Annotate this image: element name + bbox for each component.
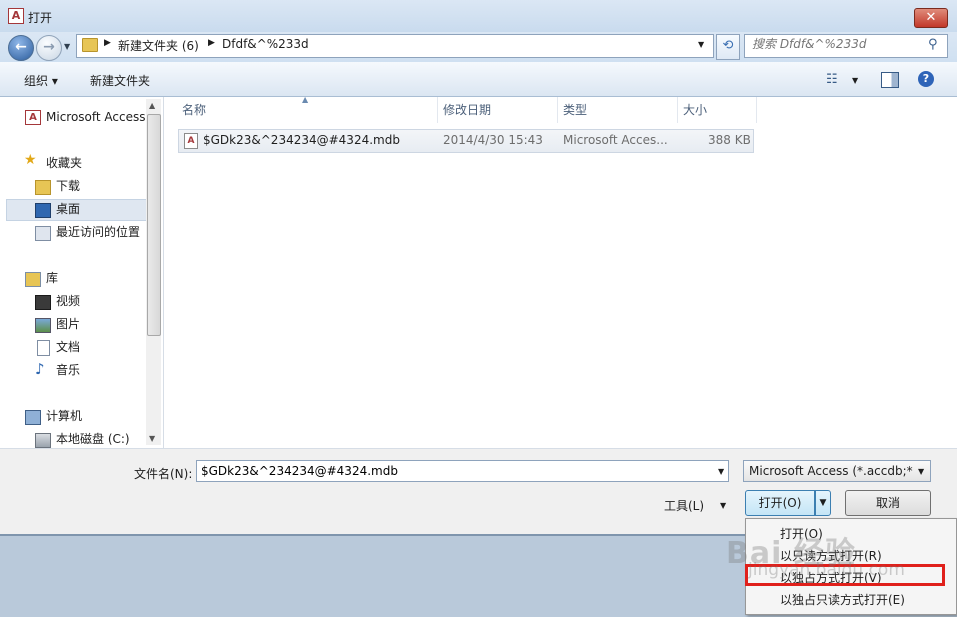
folder-icon [82, 38, 98, 52]
open-button[interactable]: 打开(O) [745, 490, 815, 516]
library-icon [25, 272, 41, 287]
sidebar-item-pictures[interactable]: 图片 [56, 314, 80, 334]
column-header-date[interactable]: 修改日期 [443, 100, 491, 122]
sidebar-item-music[interactable]: 音乐 [56, 360, 80, 380]
sidebar-item-libraries[interactable]: 库 [46, 268, 58, 288]
file-date: 2014/4/30 15:43 [443, 133, 543, 147]
drive-icon [35, 433, 51, 448]
filename-dropdown-icon[interactable]: ▼ [718, 467, 724, 476]
mdb-file-icon: A [184, 133, 198, 149]
column-separator[interactable] [756, 97, 757, 123]
breadcrumb-folder-1[interactable]: 新建文件夹 (6) [118, 37, 199, 54]
breadcrumb-arrow-icon[interactable]: ▶ [208, 38, 215, 48]
sidebar-item-local-disk-c[interactable]: 本地磁盘 (C:) [56, 429, 130, 449]
video-icon [35, 295, 51, 310]
filter-dropdown-icon[interactable]: ▼ [918, 467, 924, 476]
help-icon[interactable]: ? [918, 71, 934, 87]
sidebar-item-favorites[interactable]: 收藏夹 [46, 153, 82, 173]
sidebar-item-microsoft-access[interactable]: Microsoft Access [46, 107, 146, 127]
preview-pane-icon[interactable] [881, 72, 899, 88]
file-type: Microsoft Acces... [563, 133, 668, 147]
access-icon: A [25, 110, 41, 125]
sidebar-item-computer[interactable]: 计算机 [46, 406, 82, 426]
window-title: 打开 [28, 11, 53, 25]
cancel-button[interactable]: 取消 [845, 490, 931, 516]
open-options-dropdown-button[interactable]: ▼ [815, 490, 831, 516]
refresh-button[interactable]: ⟲ [716, 34, 740, 60]
computer-icon [25, 410, 41, 425]
scroll-down-icon[interactable]: ▼ [149, 434, 155, 443]
music-icon: ♪ [35, 360, 45, 378]
new-folder-button[interactable]: 新建文件夹 [90, 72, 150, 89]
column-header-name[interactable]: 名称 [182, 100, 206, 122]
scroll-up-icon[interactable]: ▲ [149, 101, 155, 110]
sidebar-item-desktop[interactable]: 桌面 [56, 199, 80, 219]
filename-input[interactable] [196, 460, 729, 482]
sidebar-item-downloads[interactable]: 下载 [56, 176, 80, 196]
nav-scrollbar-thumb[interactable] [147, 114, 161, 336]
document-icon [37, 340, 50, 356]
organize-button[interactable]: 组织 ▾ [24, 72, 58, 89]
sort-ascending-icon: ▲ [302, 95, 309, 104]
breadcrumb-folder-2[interactable]: Dfdf&^%233d [222, 37, 309, 51]
desktop-icon [35, 203, 51, 218]
view-dropdown-icon[interactable]: ▼ [852, 76, 858, 85]
view-options-icon[interactable]: ☷ [826, 72, 838, 87]
watermark-url: jingyan.baidu.com [748, 560, 905, 580]
recent-places-icon [35, 226, 51, 241]
tools-dropdown-icon[interactable]: ▼ [720, 501, 726, 510]
filename-label: 文件名(N): [134, 467, 193, 481]
recent-pages-dropdown-icon[interactable]: ▼ [64, 42, 70, 51]
search-input[interactable] [752, 37, 922, 51]
star-icon: ★ [24, 152, 37, 168]
address-dropdown-icon[interactable]: ▼ [698, 40, 704, 49]
menu-item-open-exclusive-readonly[interactable]: 以独占只读方式打开(E) [780, 590, 905, 610]
file-name: $GDk23&^234234@#4324.mdb [203, 133, 400, 147]
download-folder-icon [35, 180, 51, 195]
title-bar [0, 0, 957, 32]
close-button[interactable]: ✕ [914, 8, 948, 28]
tools-button[interactable]: 工具(L) [664, 497, 704, 514]
breadcrumb-arrow-icon[interactable]: ▶ [104, 38, 111, 48]
search-icon[interactable]: ⚲ [928, 37, 938, 52]
back-button[interactable]: ← [8, 35, 34, 61]
sidebar-item-videos[interactable]: 视频 [56, 291, 80, 311]
access-app-icon: A [8, 8, 24, 24]
file-type-filter-value: Microsoft Access (*.accdb;*.m [749, 464, 913, 478]
column-separator[interactable] [677, 97, 678, 123]
column-header-type[interactable]: 类型 [563, 100, 587, 122]
column-separator[interactable] [557, 97, 558, 123]
picture-icon [35, 318, 51, 333]
column-header-size[interactable]: 大小 [683, 100, 707, 122]
forward-button[interactable]: → [36, 35, 62, 61]
file-size: 388 KB [708, 133, 751, 147]
sidebar-item-recent-places[interactable]: 最近访问的位置 [56, 222, 140, 242]
sidebar-item-documents[interactable]: 文档 [56, 337, 80, 357]
column-separator[interactable] [437, 97, 438, 123]
